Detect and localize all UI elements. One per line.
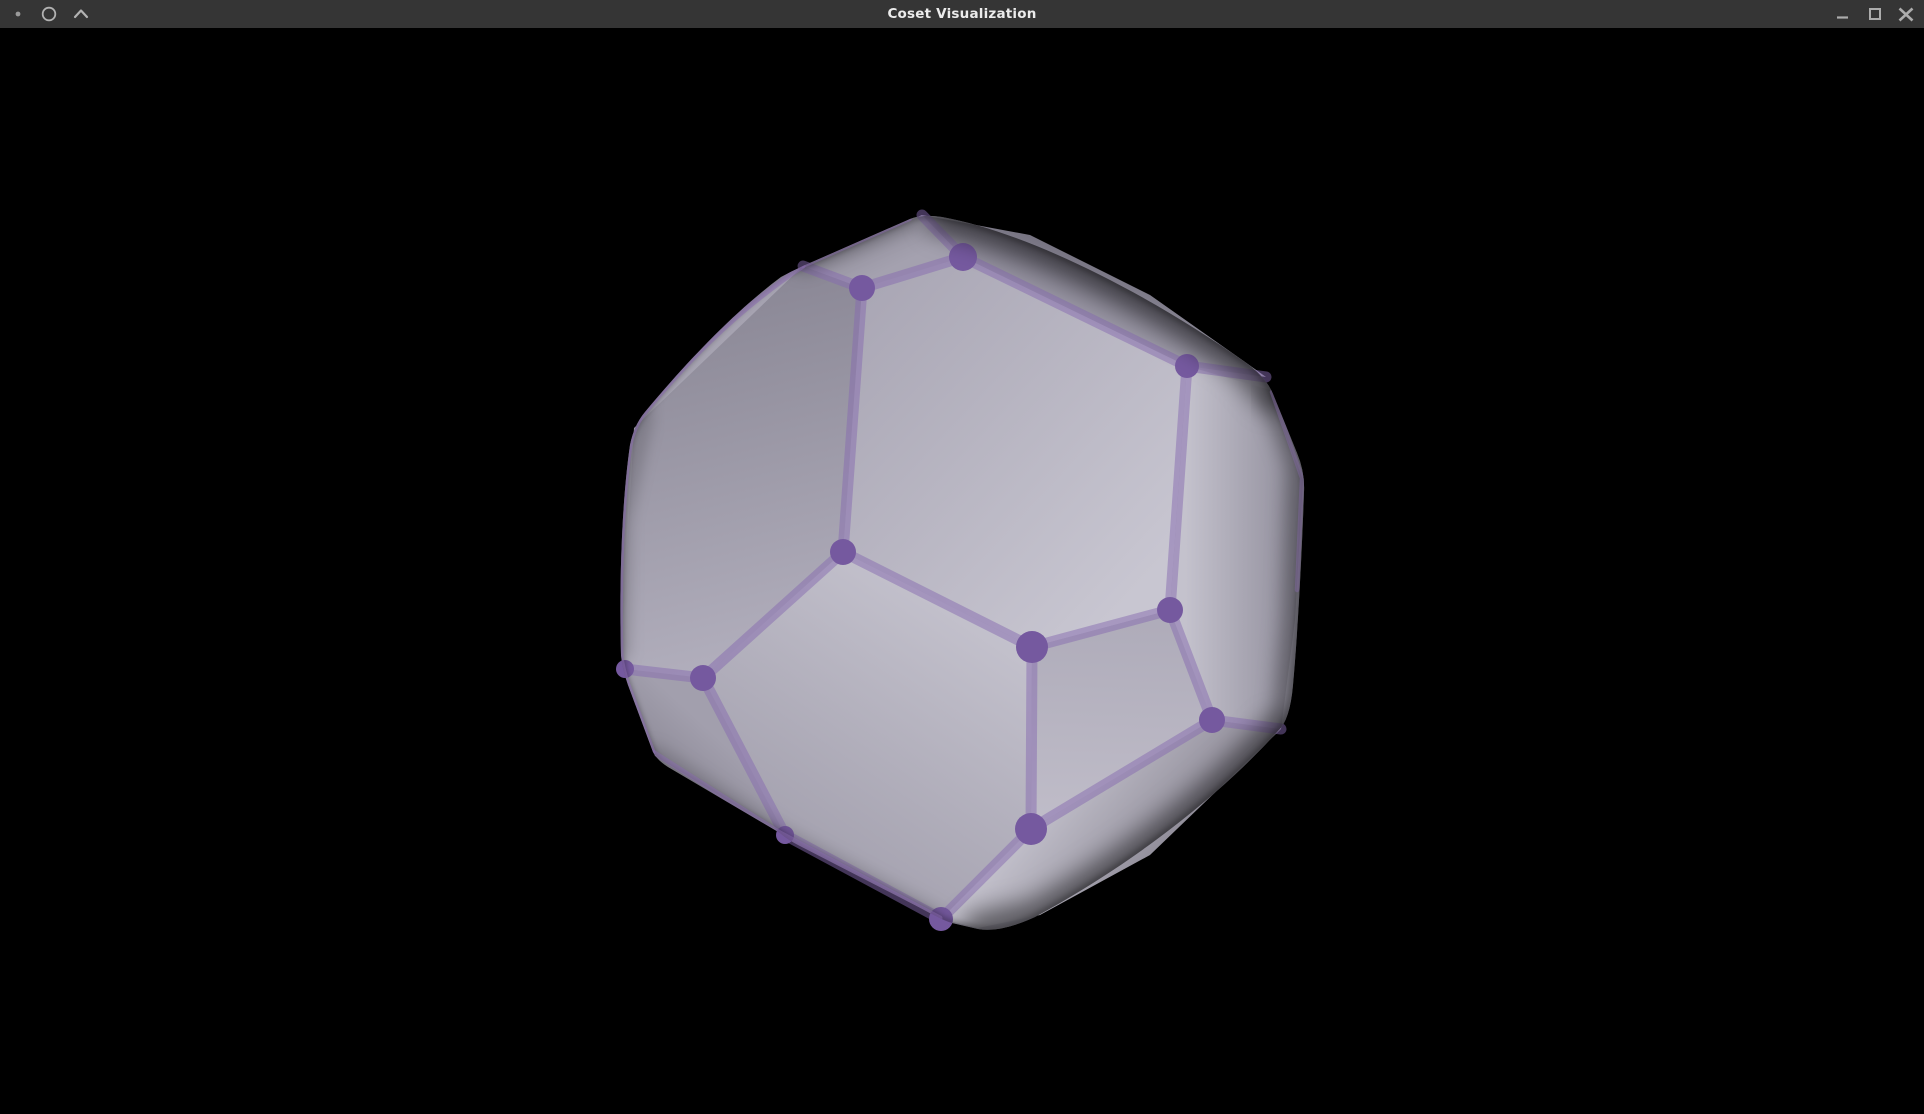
window-title: Coset Visualization — [0, 0, 1924, 28]
vertex-E — [1016, 631, 1048, 663]
edge-E-J — [1031, 647, 1032, 829]
titlebar[interactable]: Coset Visualization — [0, 0, 1924, 28]
vertex-C — [1175, 354, 1199, 378]
vertex-B — [949, 243, 977, 271]
vertex-I — [1199, 707, 1225, 733]
vertex-F — [1157, 597, 1183, 623]
maximize-button[interactable] — [1862, 0, 1888, 28]
close-button[interactable] — [1893, 0, 1919, 28]
render-viewport[interactable] — [0, 0, 1924, 1114]
coset-polyhedron[interactable] — [0, 0, 1924, 1114]
app-window: Coset Visualization — [0, 0, 1924, 1114]
vertex-G — [690, 665, 716, 691]
minimize-button[interactable] — [1830, 0, 1856, 28]
vertex-D — [830, 539, 856, 565]
vertex-J — [1015, 813, 1047, 845]
vertex-A — [849, 275, 875, 301]
